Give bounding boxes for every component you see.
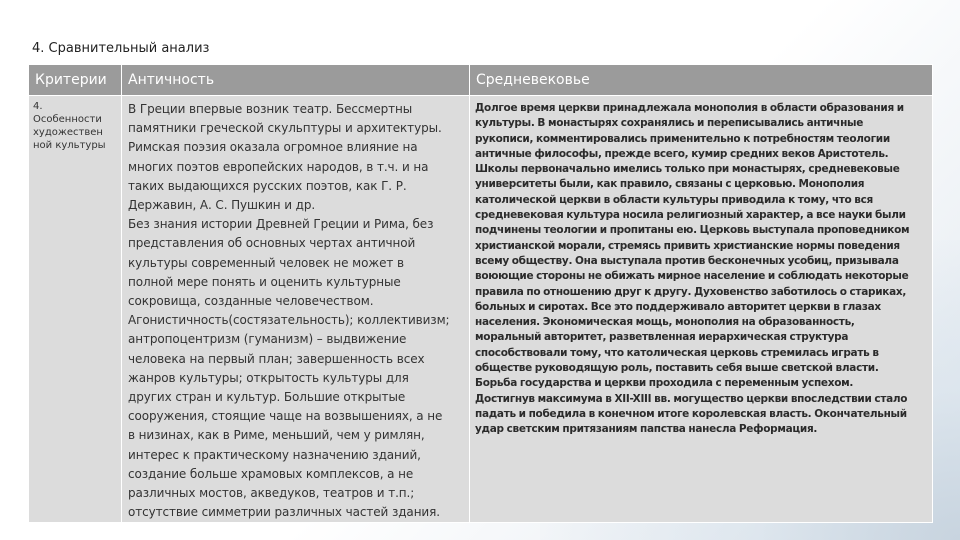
text-line: всему обществу. Она выступала против бес… [475, 254, 899, 267]
text-line: интерес к практическому назначению здани… [128, 447, 421, 462]
text-line: обществе руководящую роль, поставить себ… [475, 362, 879, 375]
text-line: жанров культуры; открытость культуры для [128, 370, 409, 385]
comparison-table: Критерии Античность Средневековье 4. Осо… [28, 64, 933, 524]
text-line: сооружения, стоящие чаще на возвышениях,… [128, 409, 443, 424]
text-line: многих поэтов европейских народов, в т.ч… [128, 159, 429, 174]
text-line: Римская поэзия оказала огромное влияние … [128, 140, 418, 155]
text-line: Агонистичность(состязательность); коллек… [128, 313, 450, 328]
text-line: Державин, А. С. Пушкин и др. [128, 198, 316, 213]
text-line: отсутствие симметрии различных частей зд… [128, 505, 440, 520]
text-line: памятники греческой скульптуры и архитек… [128, 121, 442, 136]
text-line: в низинах, как в Риме, меньший, чем у ри… [128, 428, 425, 443]
text-line: сокровища, созданные человечеством. [128, 294, 374, 309]
text-line: католической церкви в области культуры п… [475, 193, 873, 206]
text-line: больных и сиротах. Все это поддерживало … [475, 300, 881, 313]
text-line: полной мере понять и оценить культурные [128, 274, 401, 289]
text-line: античные философы, прежде всего, кумир с… [475, 147, 889, 160]
header-row: Критерии Античность Средневековье [28, 64, 933, 96]
text-line: падать и победила в конечном итоге корол… [475, 407, 907, 420]
text-line: способствовали тому, что католическая це… [475, 346, 879, 359]
text-line: человека на первый план; завершенность в… [128, 351, 425, 366]
text-line: других стран и культур. Большие открытые [128, 390, 406, 405]
text-line: удар светским притязаниям папства нанесл… [475, 423, 818, 436]
criterion-line: 4. [33, 101, 43, 112]
text-line: подчинены теологии и пропитаны ею. Церко… [475, 224, 910, 237]
slide-background: 4. Сравнительный анализ Критерии Антично… [0, 0, 960, 540]
text-line: средневековая культура носила религиозны… [475, 209, 906, 222]
table-row: 4. Особенности художествен ной культуры … [28, 94, 933, 524]
text-line: правила по отношению друг к другу. Духов… [475, 285, 907, 298]
page-title: 4. Сравнительный анализ [32, 41, 210, 56]
text-line: культуры. В монастырях сохранялись и пер… [475, 117, 864, 130]
middle-ages-cell: Долгое время церкви принадлежала монопол… [469, 94, 933, 524]
criterion-line: Особенности [33, 114, 102, 125]
text-line: различных мостов, акведуков, театров и т… [128, 486, 415, 501]
text-line: Без знания истории Древней Греции и Рима… [128, 217, 434, 232]
text-line: рукописи, комментировались применительно… [475, 132, 890, 145]
header-criteria: Критерии [28, 64, 122, 96]
header-antiquity: Античность [121, 64, 470, 96]
criterion-line: ной культуры [33, 140, 106, 151]
text-line: христианской морали, стремясь привить хр… [475, 239, 900, 252]
criterion-cell: 4. Особенности художествен ной культуры [28, 94, 122, 524]
text-line: культуры современный человек не может в [128, 255, 404, 270]
text-line: Долгое время церкви принадлежала монопол… [475, 102, 904, 114]
text-line: создание больше храмовых комплексов, а н… [128, 466, 414, 481]
text-line: населения. Экономическая мощь, монополия… [475, 316, 855, 329]
text-line: антропоцентризм (гуманизм) – выдвижение [128, 332, 407, 347]
antiquity-cell: В Греции впервые возник театр. Бессмертн… [121, 94, 470, 524]
text-line: В Греции впервые возник театр. Бессмертн… [128, 102, 413, 116]
text-line: моральный авторитет, разветвленная иерар… [475, 331, 849, 344]
text-line: университеты были, как правило, связаны … [475, 178, 865, 191]
text-line: Борьба государства и церкви проходила с … [475, 377, 854, 390]
text-line: Школы первоначально имелись только при м… [475, 163, 900, 176]
text-line: таких выдающихся русских поэтов, как Г. … [128, 178, 407, 193]
text-line: представления об основных чертах антично… [128, 236, 416, 251]
text-line: Достигнув максимума в XII-XIII вв. могущ… [475, 392, 908, 405]
criterion-line: художествен [33, 127, 103, 138]
text-line: воюющие стороны не обижать мирное населе… [475, 270, 909, 283]
header-middle-ages: Средневековье [469, 64, 933, 96]
